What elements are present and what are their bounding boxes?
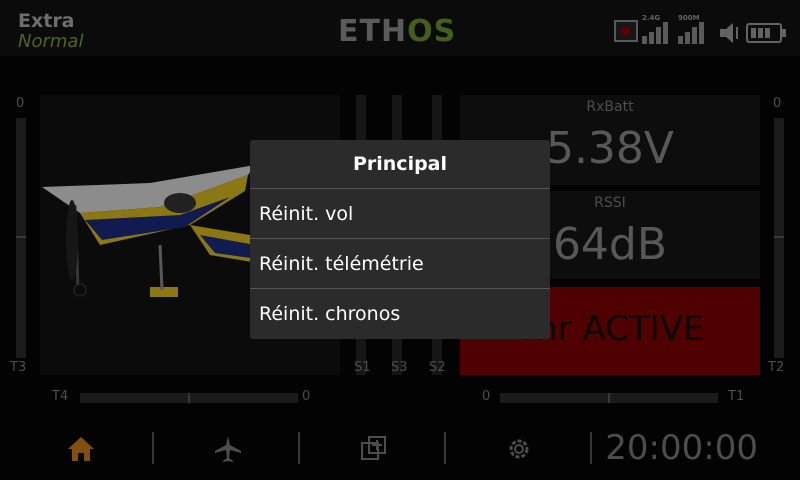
menu-item-reset-flight[interactable]: Réinit. vol bbox=[250, 189, 550, 239]
main-menu-popup: Principal Réinit. vol Réinit. télémétrie… bbox=[250, 140, 550, 339]
menu-item-reset-timers[interactable]: Réinit. chronos bbox=[250, 289, 550, 339]
menu-item-reset-telemetry[interactable]: Réinit. télémétrie bbox=[250, 239, 550, 289]
menu-title: Principal bbox=[250, 140, 550, 189]
